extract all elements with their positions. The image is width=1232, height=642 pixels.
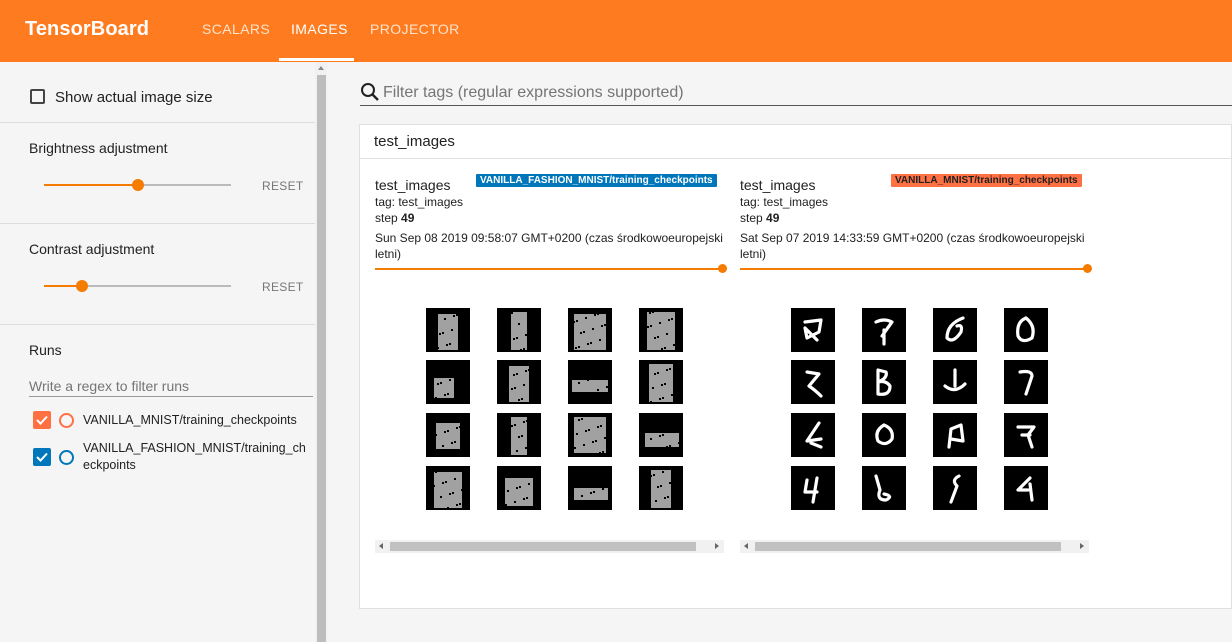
runs-title: Runs bbox=[29, 342, 62, 358]
brightness-section bbox=[0, 123, 315, 224]
run-checkbox-vanilla-mnist[interactable] bbox=[33, 411, 51, 429]
sample-image bbox=[497, 308, 541, 352]
sample-image bbox=[639, 360, 683, 404]
sample-image bbox=[1004, 413, 1048, 457]
image-card-title: test_images bbox=[740, 177, 816, 193]
step-slider-knob[interactable] bbox=[718, 264, 727, 273]
run-color-circle-icon[interactable] bbox=[59, 413, 74, 428]
brightness-label: Brightness adjustment bbox=[29, 140, 168, 156]
sample-image bbox=[568, 360, 612, 404]
step-label: step bbox=[740, 211, 763, 225]
sample-image bbox=[497, 360, 541, 404]
sample-image bbox=[639, 308, 683, 352]
brightness-reset-button[interactable]: RESET bbox=[262, 179, 304, 193]
brightness-slider-knob[interactable] bbox=[132, 179, 144, 191]
step-label: step bbox=[375, 211, 398, 225]
show-actual-size-label: Show actual image size bbox=[55, 89, 213, 106]
run-badge: VANILLA_MNIST/training_checkpoints bbox=[891, 174, 1082, 187]
sample-image bbox=[933, 308, 977, 352]
sample-image bbox=[426, 308, 470, 352]
step-value: 49 bbox=[401, 211, 415, 225]
scroll-left-arrow-icon[interactable] bbox=[744, 543, 748, 549]
tag-group-header[interactable] bbox=[359, 124, 1232, 159]
sample-image bbox=[1004, 360, 1048, 404]
sample-image bbox=[791, 466, 835, 510]
tab-images[interactable]: IMAGES bbox=[291, 21, 348, 37]
contrast-label: Contrast adjustment bbox=[29, 241, 155, 257]
step-line: step 49 bbox=[375, 211, 414, 225]
mnist-image-grid bbox=[791, 308, 1048, 510]
sample-image bbox=[933, 413, 977, 457]
step-line: step 49 bbox=[740, 211, 779, 225]
sample-image bbox=[1004, 308, 1048, 352]
run-color-circle-icon[interactable] bbox=[59, 450, 74, 465]
run-label-line2: eckpoints bbox=[83, 458, 136, 472]
brightness-slider-fill bbox=[44, 184, 138, 186]
sample-image bbox=[933, 360, 977, 404]
checkmark-icon bbox=[36, 415, 48, 425]
sample-image bbox=[497, 466, 541, 510]
run-label-line1: VANILLA_FASHION_MNIST/training_ch bbox=[83, 441, 306, 455]
sample-image bbox=[426, 360, 470, 404]
runs-filter-input[interactable] bbox=[29, 376, 313, 397]
sample-image bbox=[862, 308, 906, 352]
tag-group-title: test_images bbox=[374, 133, 455, 150]
sample-image bbox=[568, 466, 612, 510]
active-tab-indicator bbox=[279, 58, 354, 61]
scroll-right-arrow-icon[interactable] bbox=[1080, 543, 1084, 549]
sample-image bbox=[568, 308, 612, 352]
sample-image bbox=[862, 360, 906, 404]
top-app-bar bbox=[0, 0, 1232, 62]
sample-image bbox=[639, 466, 683, 510]
sample-image bbox=[862, 413, 906, 457]
tag-line: tag: test_images bbox=[375, 195, 464, 209]
sample-image bbox=[862, 466, 906, 510]
contrast-slider-knob[interactable] bbox=[76, 280, 88, 292]
search-icon bbox=[361, 83, 379, 101]
step-slider-knob[interactable] bbox=[1083, 264, 1092, 273]
step-slider-track[interactable] bbox=[375, 268, 722, 270]
step-value: 49 bbox=[766, 211, 780, 225]
scroll-up-arrow-icon[interactable] bbox=[318, 66, 324, 70]
timestamp-line1: Sun Sep 08 2019 09:58:07 GMT+0200 (czas … bbox=[375, 231, 723, 245]
tag-line: tag: test_images bbox=[740, 195, 829, 209]
sample-image bbox=[568, 413, 612, 457]
scroll-right-arrow-icon[interactable] bbox=[715, 543, 719, 549]
sample-image bbox=[1004, 466, 1048, 510]
sample-image bbox=[791, 413, 835, 457]
sample-image bbox=[791, 308, 835, 352]
search-underline bbox=[360, 105, 1232, 106]
run-label-vanilla-mnist: VANILLA_MNIST/training_checkpoints bbox=[83, 413, 297, 427]
image-hscrollbar-thumb[interactable] bbox=[390, 542, 696, 551]
contrast-section bbox=[0, 224, 315, 325]
tab-scalars[interactable]: SCALARS bbox=[202, 21, 270, 37]
sample-image bbox=[497, 413, 541, 457]
fashion-mnist-image-grid bbox=[426, 308, 683, 510]
tab-projector[interactable]: PROJECTOR bbox=[370, 21, 460, 37]
app-title: TensorBoard bbox=[25, 18, 150, 40]
sample-image bbox=[639, 413, 683, 457]
image-card-title: test_images bbox=[375, 177, 451, 193]
timestamp-line2: letni) bbox=[740, 247, 767, 261]
sample-image bbox=[426, 413, 470, 457]
run-badge: VANILLA_FASHION_MNIST/training_checkpoin… bbox=[476, 174, 717, 187]
contrast-reset-button[interactable]: RESET bbox=[262, 280, 304, 294]
step-slider-track[interactable] bbox=[740, 268, 1087, 270]
sample-image bbox=[426, 466, 470, 510]
checkmark-icon bbox=[36, 452, 48, 462]
sample-image bbox=[933, 466, 977, 510]
run-label-vanilla-fashion-mnist: VANILLA_FASHION_MNIST/training_ch eckpoi… bbox=[83, 440, 306, 474]
scroll-left-arrow-icon[interactable] bbox=[379, 543, 383, 549]
run-checkbox-vanilla-fashion-mnist[interactable] bbox=[33, 448, 51, 466]
tag-filter-input[interactable] bbox=[383, 82, 1231, 104]
sidebar-scrollbar-thumb[interactable] bbox=[317, 75, 326, 642]
sample-image bbox=[791, 360, 835, 404]
show-actual-size-checkbox[interactable] bbox=[30, 89, 45, 104]
timestamp-line2: letni) bbox=[375, 247, 402, 261]
image-hscrollbar-thumb[interactable] bbox=[755, 542, 1061, 551]
timestamp-line1: Sat Sep 07 2019 14:33:59 GMT+0200 (czas … bbox=[740, 231, 1085, 245]
